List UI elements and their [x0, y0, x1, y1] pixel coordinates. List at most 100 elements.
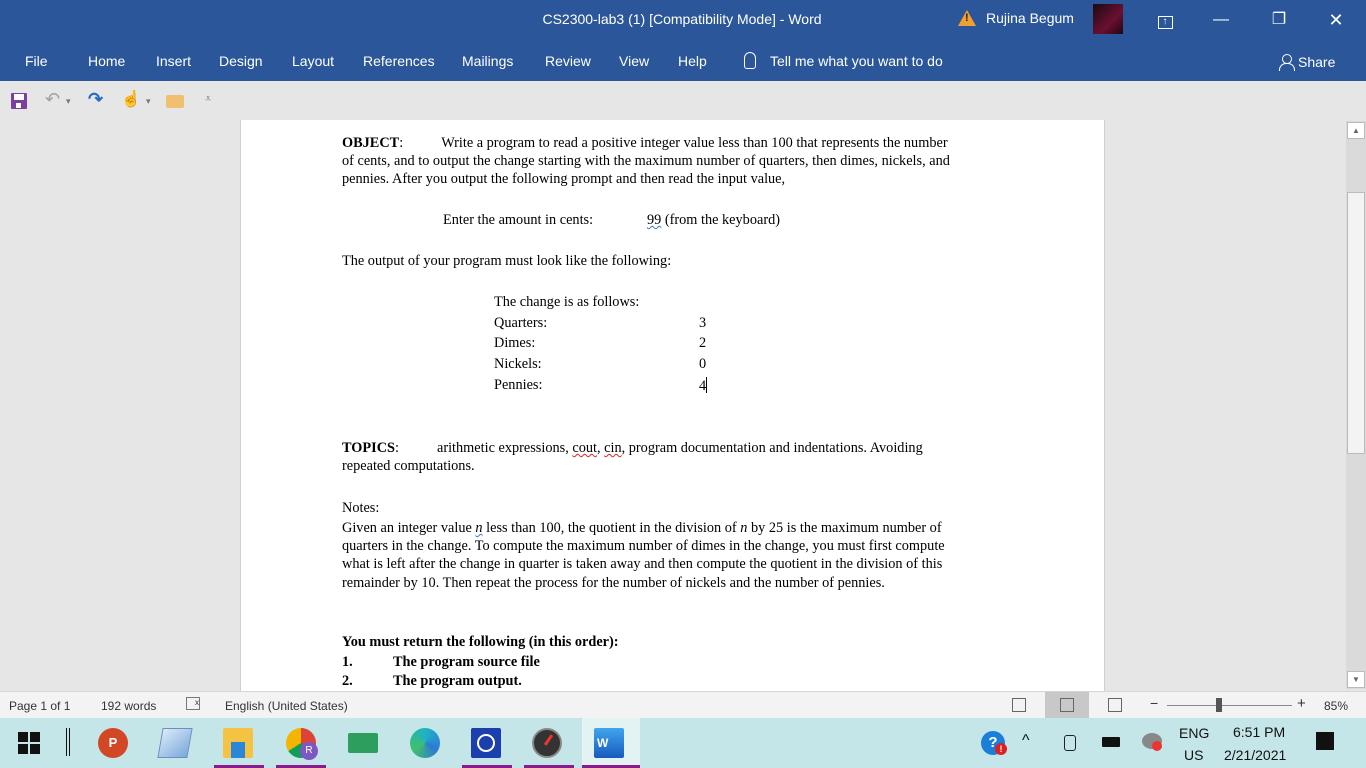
- tab-home[interactable]: Home: [88, 53, 125, 69]
- change-row-value-with-cursor: 4: [699, 377, 708, 394]
- ribbon-display-options-button[interactable]: ↑: [1142, 6, 1188, 34]
- tell-me-text[interactable]: Tell me what you want to do: [770, 53, 943, 69]
- network-offline-icon[interactable]: [1142, 733, 1162, 751]
- page-count[interactable]: Page 1 of 1: [9, 699, 70, 713]
- avatar[interactable]: [1093, 4, 1123, 34]
- user-name[interactable]: Rujina Begum: [986, 10, 1074, 26]
- change-row-label: Pennies:: [494, 377, 543, 393]
- notes-paragraph: Given an integer value n less than 100, …: [342, 520, 945, 591]
- spelling-error[interactable]: cout: [572, 440, 597, 456]
- change-row-label: Nickels:: [494, 356, 542, 372]
- document-page[interactable]: OBJECT: Write a program to read a positiv…: [240, 120, 1105, 691]
- read-mode-button[interactable]: [997, 692, 1041, 719]
- tab-references[interactable]: References: [363, 53, 435, 69]
- minimize-button[interactable]: —: [1198, 6, 1244, 34]
- open-folder-icon[interactable]: [166, 95, 184, 108]
- change-row-value: 0: [699, 356, 707, 372]
- proofing-icon[interactable]: x: [186, 697, 200, 710]
- powerpoint-icon[interactable]: P: [98, 728, 128, 758]
- input-language-top[interactable]: ENG: [1179, 725, 1209, 741]
- notes-label: Notes:: [342, 500, 380, 516]
- share-label[interactable]: Share: [1298, 54, 1335, 70]
- notifications-icon[interactable]: [1316, 732, 1334, 750]
- change-row-label: Dimes:: [494, 335, 536, 351]
- prompt-value: 99: [647, 212, 662, 228]
- help-alert-icon[interactable]: ?!: [981, 731, 1007, 755]
- tell-me-search[interactable]: Tell me what you want to do: [744, 52, 943, 69]
- zoom-slider[interactable]: [1167, 705, 1292, 706]
- close-button[interactable]: ✕: [1313, 6, 1359, 34]
- quick-access-toolbar: ↶ ▾ ↷ ☝ ▾ ⩡: [0, 81, 1366, 120]
- zoom-out-button[interactable]: −: [1150, 695, 1158, 711]
- word-count[interactable]: 192 words: [101, 699, 156, 713]
- scroll-down-arrow-icon[interactable]: ▼: [1347, 671, 1365, 688]
- ribbon-display-icon: ↑: [1157, 16, 1173, 29]
- prompt-label: Enter the amount in cents:: [443, 212, 594, 228]
- redo-icon[interactable]: ↷: [88, 89, 103, 110]
- account[interactable]: Rujina Begum: [958, 10, 1074, 26]
- tab-help[interactable]: Help: [678, 53, 707, 69]
- vertical-scrollbar[interactable]: ▲ ▼: [1346, 121, 1366, 689]
- status-bar: Page 1 of 1 192 words x English (United …: [0, 691, 1366, 719]
- scroll-up-arrow-icon[interactable]: ▲: [1347, 122, 1365, 139]
- zoom-slider-thumb[interactable]: [1216, 698, 1222, 712]
- zoom-level[interactable]: 85%: [1324, 699, 1348, 713]
- save-icon[interactable]: [11, 93, 27, 109]
- change-row-label: Quarters:: [494, 315, 548, 331]
- tab-file[interactable]: File: [25, 53, 48, 69]
- scrollbar-thumb[interactable]: [1347, 192, 1365, 454]
- app-window-icon[interactable]: [157, 728, 193, 758]
- input-language-bottom[interactable]: US: [1184, 747, 1203, 763]
- output-intro: The output of your program must look lik…: [342, 253, 672, 269]
- battery-icon[interactable]: [1102, 737, 1120, 747]
- lightbulb-icon: [744, 52, 756, 69]
- chrome-icon[interactable]: R: [286, 728, 318, 760]
- object-paragraph: OBJECT: Write a program to read a positiv…: [342, 135, 950, 188]
- change-row-value: 3: [699, 315, 707, 331]
- web-layout-button[interactable]: [1093, 692, 1137, 719]
- change-header: The change is as follows:: [494, 294, 640, 310]
- read-mode-icon: [1012, 698, 1026, 712]
- restore-button[interactable]: ❐: [1256, 6, 1302, 34]
- show-hidden-icons-chevron-icon[interactable]: ^: [1022, 732, 1030, 750]
- warning-icon[interactable]: [958, 10, 976, 26]
- spelling-error[interactable]: cin: [604, 440, 621, 456]
- zoom-in-button[interactable]: +: [1297, 695, 1306, 712]
- tab-insert[interactable]: Insert: [156, 53, 191, 69]
- windows-start-icon[interactable]: [18, 732, 40, 754]
- object-label: OBJECT: [342, 135, 400, 151]
- print-layout-button[interactable]: [1045, 692, 1089, 719]
- tab-view[interactable]: View: [619, 53, 649, 69]
- topics-paragraph: TOPICS: arithmetic expressions, cout, cin…: [342, 440, 923, 475]
- topics-label: TOPICS: [342, 440, 395, 456]
- language[interactable]: English (United States): [225, 699, 348, 713]
- return-item: 2. The program output.: [342, 673, 522, 689]
- tab-review[interactable]: Review: [545, 53, 591, 69]
- card-app-icon[interactable]: [348, 733, 378, 753]
- undo-dropdown-icon[interactable]: ▾: [66, 96, 71, 107]
- sync-app-icon[interactable]: [471, 728, 501, 758]
- touch-mode-icon[interactable]: ☝: [121, 89, 141, 109]
- camera-icon[interactable]: [1064, 735, 1076, 751]
- clock-time[interactable]: 6:51 PM: [1233, 724, 1285, 740]
- return-header: You must return the following (in this o…: [342, 634, 619, 650]
- tab-design[interactable]: Design: [219, 53, 263, 69]
- undo-icon[interactable]: ↶: [45, 89, 60, 110]
- web-layout-icon: [1108, 698, 1122, 712]
- title-bar: CS2300-lab3 (1) [Compatibility Mode] - W…: [0, 0, 1366, 40]
- ribbon-tabs: File Home Insert Design Layout Reference…: [0, 40, 1366, 81]
- word-icon: W: [594, 728, 624, 758]
- file-explorer-icon[interactable]: [223, 728, 253, 758]
- word-taskbar-button[interactable]: W: [582, 718, 640, 768]
- prompt-line: Enter the amount in cents: 99 (from the …: [443, 212, 780, 228]
- text-cursor: [706, 377, 708, 393]
- touch-dropdown-icon[interactable]: ▾: [146, 96, 151, 107]
- tab-mailings[interactable]: Mailings: [462, 53, 513, 69]
- change-row-value: 2: [699, 335, 707, 351]
- share-button[interactable]: Share: [1279, 54, 1335, 71]
- clock-date[interactable]: 2/21/2021: [1224, 747, 1286, 763]
- customize-toolbar-icon[interactable]: ⩡: [205, 93, 211, 106]
- tab-layout[interactable]: Layout: [292, 53, 334, 69]
- speedtest-icon[interactable]: [532, 728, 562, 758]
- edge-icon[interactable]: [410, 728, 440, 758]
